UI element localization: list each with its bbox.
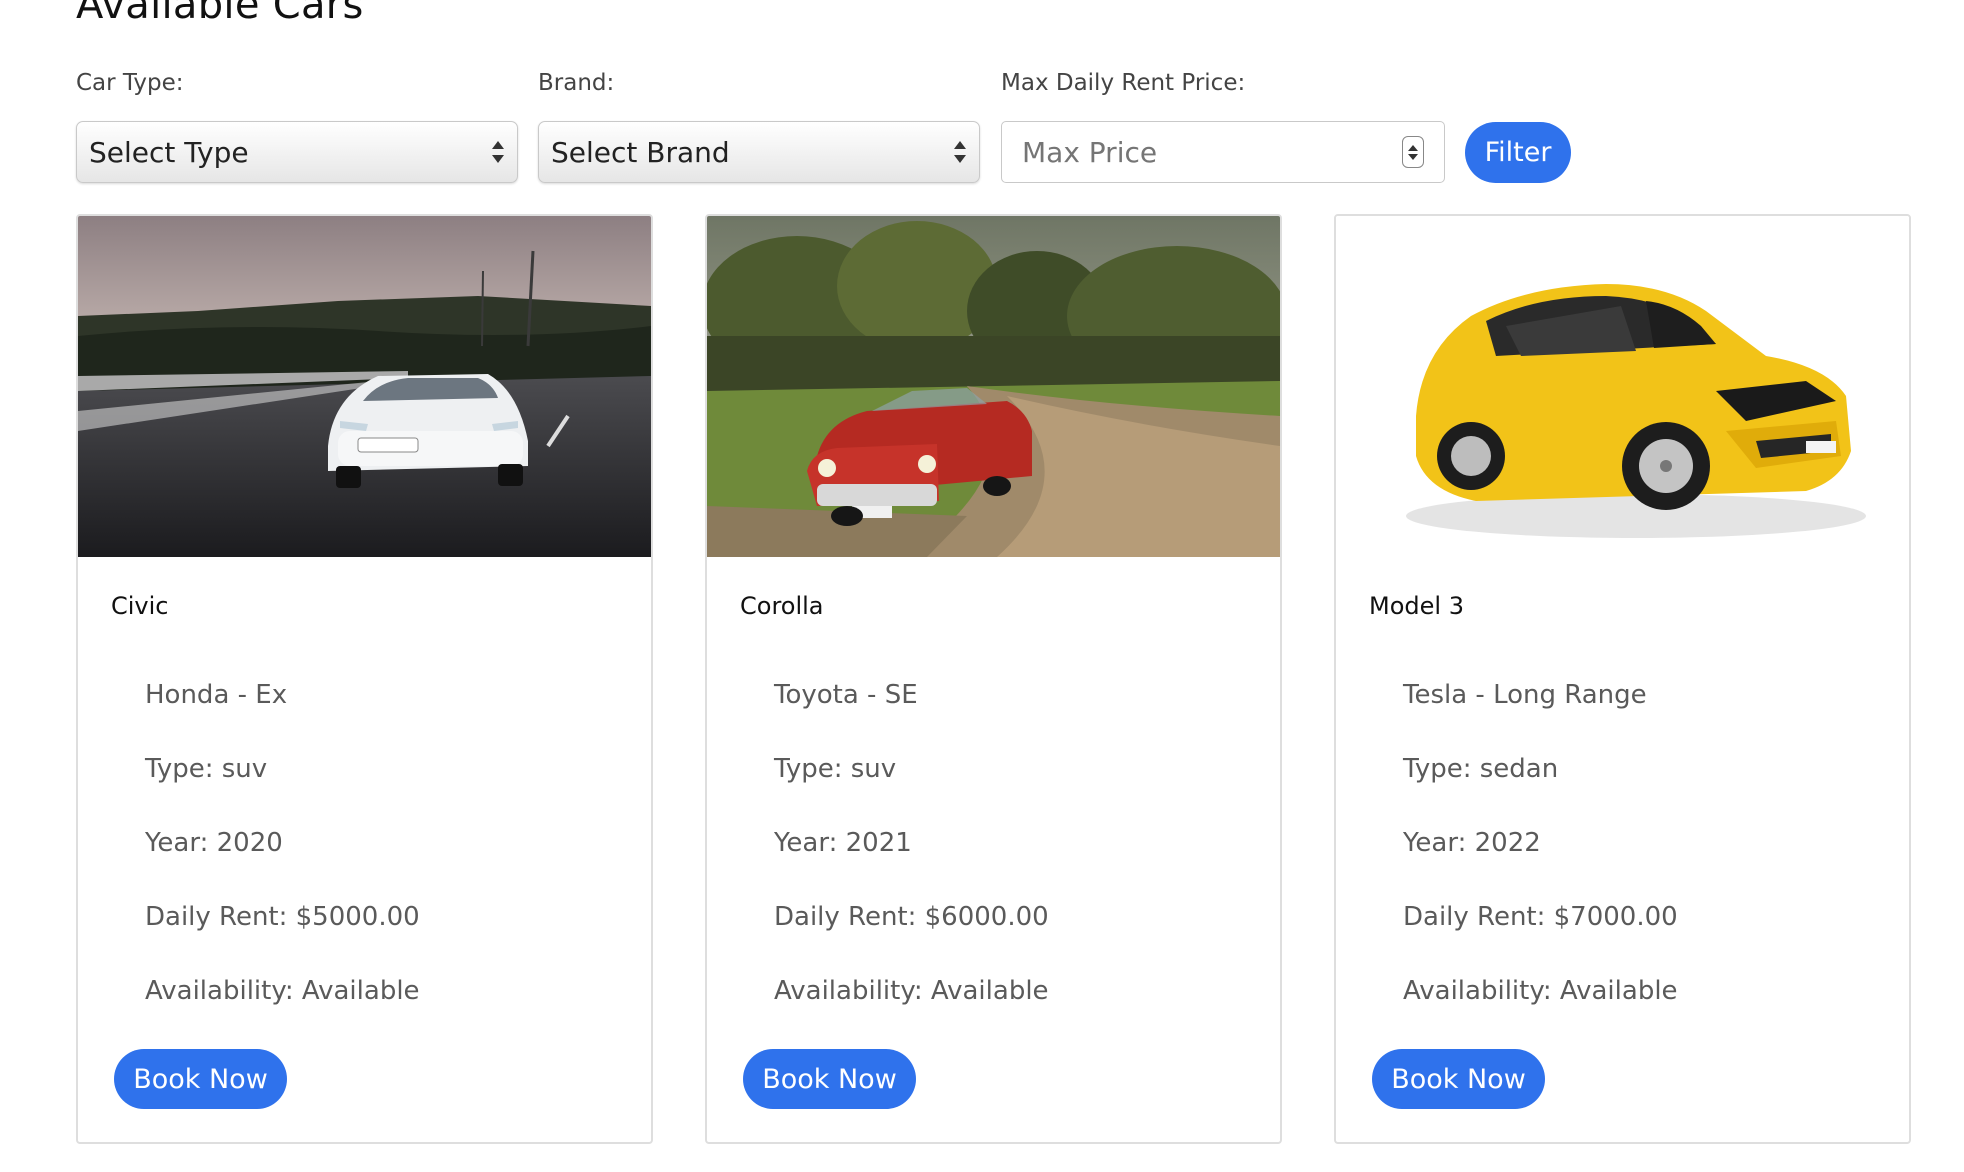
- car-type-selected-value: Select Type: [89, 135, 249, 169]
- page: Available Cars Car Type: Brand: Max Dail…: [0, 0, 1964, 1172]
- car-card: Civic Honda - Ex Type: suv Year: 2020 Da…: [76, 214, 653, 1144]
- car-brand-line: Tesla - Long Range: [1403, 680, 1647, 710]
- car-type-line: Type: suv: [774, 754, 897, 784]
- brand-label: Brand:: [538, 70, 615, 96]
- car-type-label: Car Type:: [76, 70, 184, 96]
- spin-down-icon[interactable]: [1408, 153, 1418, 160]
- brand-select[interactable]: Select Brand: [538, 121, 980, 183]
- car-model-title: Corolla: [740, 592, 824, 620]
- max-price-field[interactable]: [1001, 121, 1445, 183]
- car-image: [707, 216, 1280, 557]
- car-year-line: Year: 2022: [1403, 828, 1541, 858]
- car-brand-line: Honda - Ex: [145, 680, 288, 710]
- car-type-line: Type: suv: [145, 754, 268, 784]
- brand-selected-value: Select Brand: [551, 135, 730, 169]
- car-image: [1336, 216, 1909, 557]
- car-rent-line: Daily Rent: $5000.00: [145, 902, 420, 932]
- car-availability-line: Availability: Available: [145, 976, 420, 1006]
- car-rent-line: Daily Rent: $6000.00: [774, 902, 1049, 932]
- book-now-button[interactable]: Book Now: [743, 1049, 916, 1109]
- max-price-input[interactable]: [1022, 135, 1402, 169]
- car-type-line: Type: sedan: [1403, 754, 1559, 784]
- car-brand-line: Toyota - SE: [774, 680, 918, 710]
- car-image: [78, 216, 651, 557]
- select-arrows-icon: [491, 137, 505, 167]
- spin-up-icon[interactable]: [1408, 144, 1418, 151]
- car-year-line: Year: 2020: [145, 828, 283, 858]
- book-now-button[interactable]: Book Now: [1372, 1049, 1545, 1109]
- car-availability-line: Availability: Available: [774, 976, 1049, 1006]
- number-spinner[interactable]: [1402, 136, 1424, 168]
- car-card: Model 3 Tesla - Long Range Type: sedan Y…: [1334, 214, 1911, 1144]
- select-arrows-icon: [953, 137, 967, 167]
- car-model-title: Civic: [111, 592, 169, 620]
- car-year-line: Year: 2021: [774, 828, 912, 858]
- book-now-button[interactable]: Book Now: [114, 1049, 287, 1109]
- page-title: Available Cars: [76, 0, 364, 28]
- car-model-title: Model 3: [1369, 592, 1464, 620]
- car-card: Corolla Toyota - SE Type: suv Year: 2021…: [705, 214, 1282, 1144]
- max-price-label: Max Daily Rent Price:: [1001, 70, 1246, 96]
- car-type-select[interactable]: Select Type: [76, 121, 518, 183]
- car-rent-line: Daily Rent: $7000.00: [1403, 902, 1678, 932]
- car-availability-line: Availability: Available: [1403, 976, 1678, 1006]
- filter-button[interactable]: Filter: [1465, 122, 1571, 183]
